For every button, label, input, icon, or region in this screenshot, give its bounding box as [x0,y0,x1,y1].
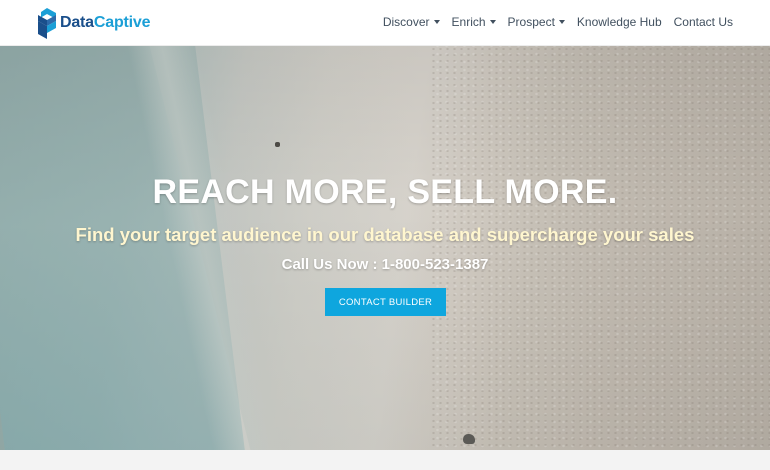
hero-banner: REACH MORE, SELL MORE. Find your target … [0,46,770,450]
nav-prospect-label: Prospect [507,15,555,29]
nav-discover-label: Discover [382,15,430,29]
chevron-down-icon [489,20,496,24]
main-nav: Discover Enrich Prospect Knowledge Hub C… [383,15,733,29]
page-section-below-hero [0,450,770,470]
hero-background-sand-texture [430,46,770,450]
nav-contact-us-label: Contact Us [673,15,733,29]
chevron-down-icon [433,20,440,24]
hero-title: REACH MORE, SELL MORE. [152,173,618,211]
nav-prospect[interactable]: Prospect [508,15,565,29]
nav-enrich[interactable]: Enrich [452,15,496,29]
hero-phone: Call Us Now : 1-800-523-1387 [281,256,489,273]
datacaptive-logo[interactable]: DataCaptive [37,7,150,39]
nav-enrich-label: Enrich [451,15,486,29]
nav-contact-us[interactable]: Contact Us [674,15,733,29]
nav-knowledge-hub-label: Knowledge Hub [576,15,662,29]
nav-knowledge-hub[interactable]: Knowledge Hub [577,15,662,29]
contact-builder-button[interactable]: CONTACT BUILDER [325,288,446,316]
chevron-down-icon [558,20,565,24]
hero-subtitle: Find your target audience in our databas… [75,224,695,245]
top-navbar: DataCaptive Discover Enrich Prospect Kno… [0,0,770,46]
nav-discover[interactable]: Discover [383,15,440,29]
logo-wordmark: DataCaptive [60,14,151,31]
hero-background-rock [463,434,475,444]
datacaptive-logo-icon [38,7,56,39]
hero-background-rock [275,142,280,147]
